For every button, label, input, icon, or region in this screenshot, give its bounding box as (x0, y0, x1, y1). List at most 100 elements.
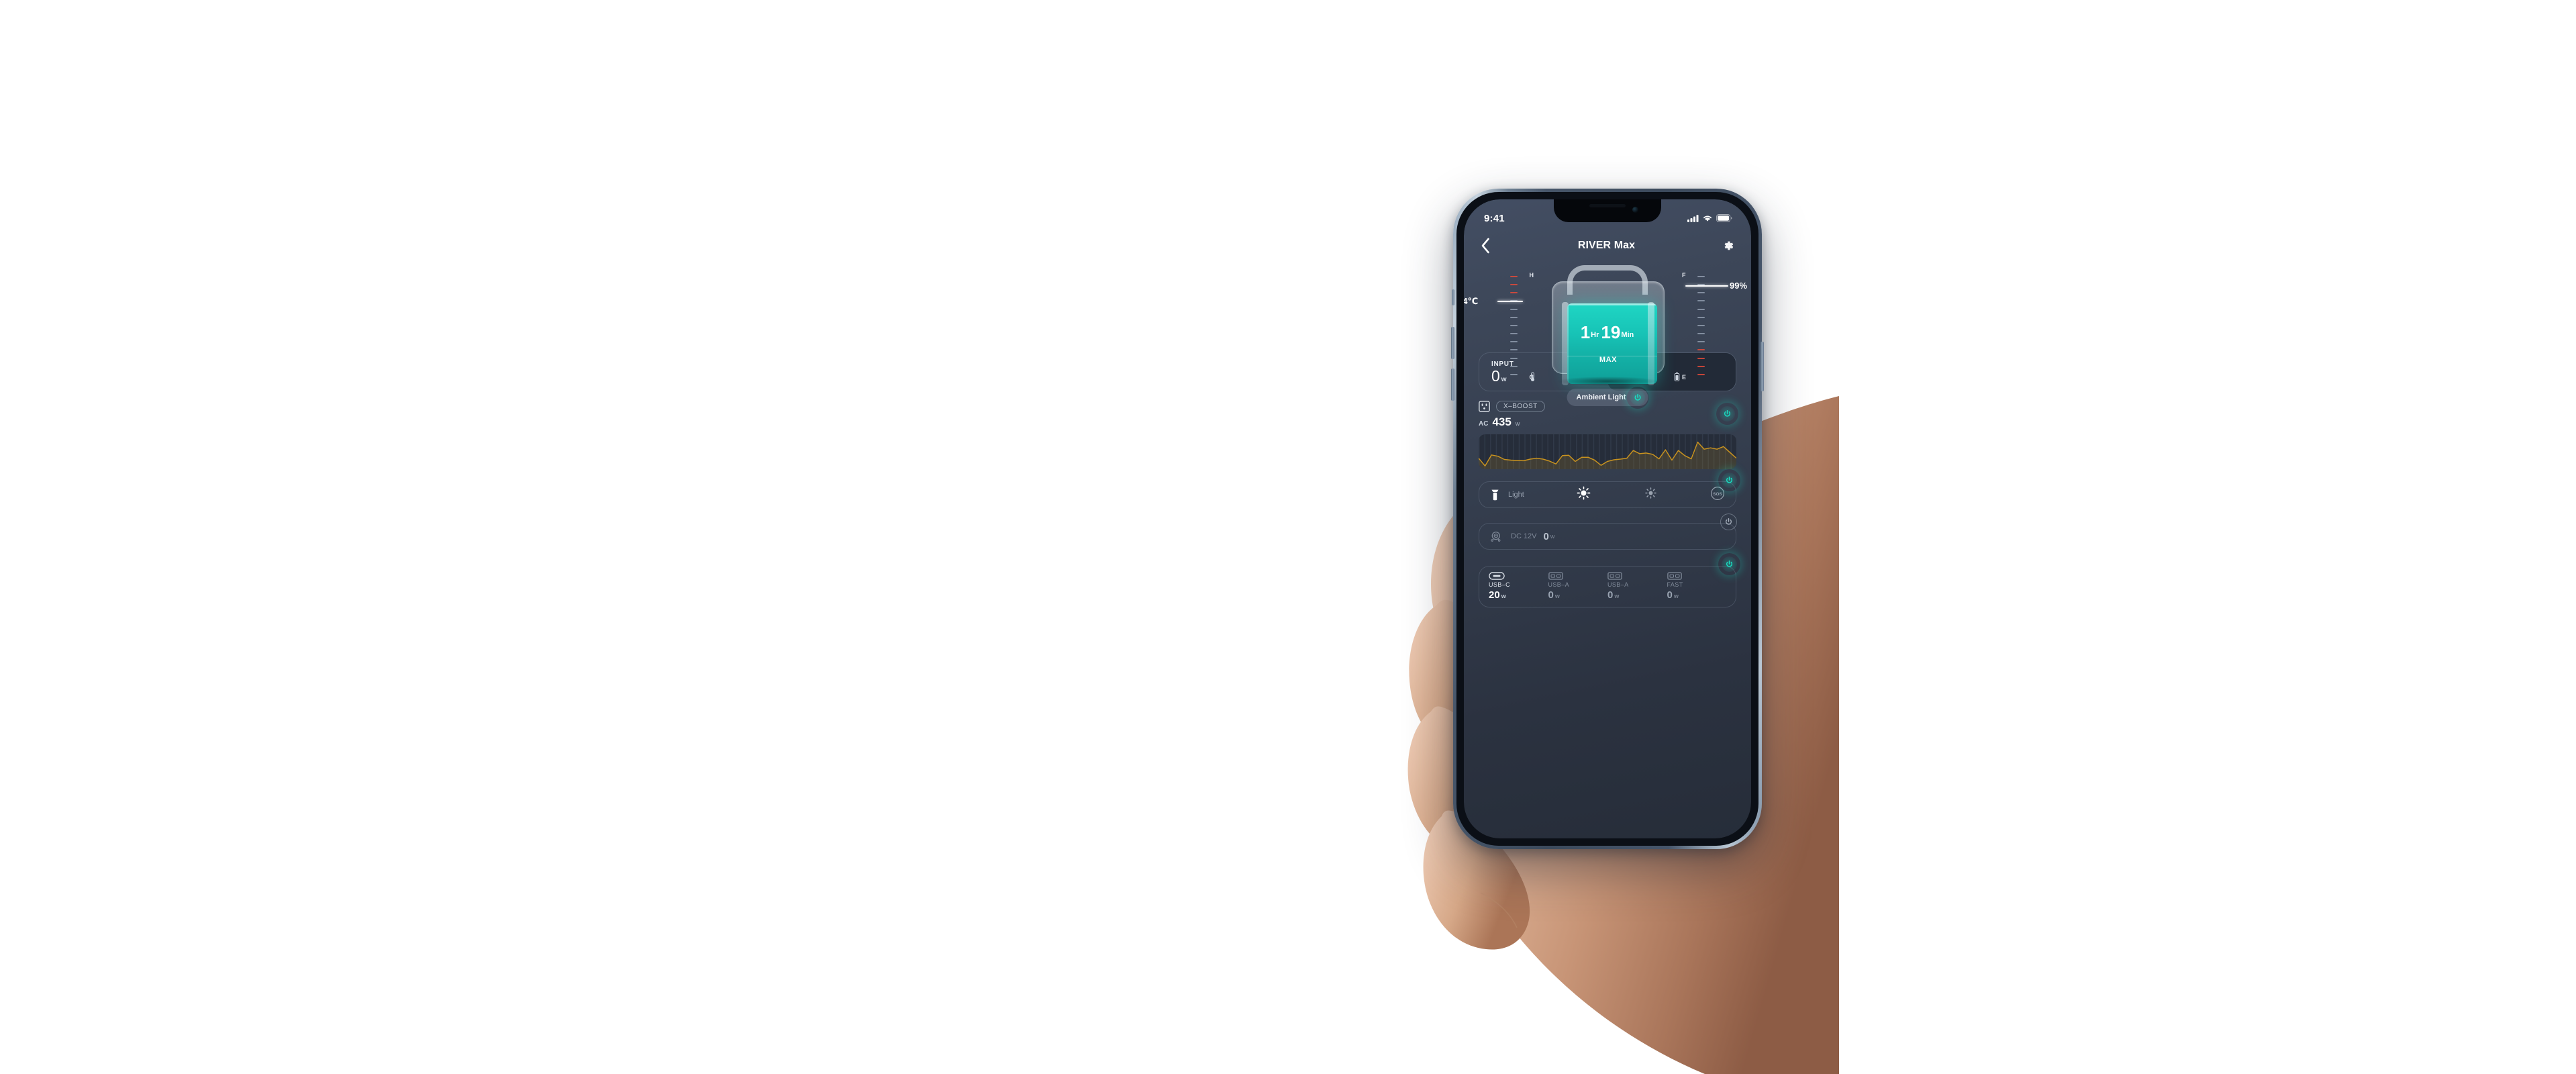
light-mode-high[interactable] (1577, 486, 1591, 503)
usb-port-3-value: 0 (1667, 589, 1673, 601)
runtime-hours: 1 (1580, 322, 1591, 342)
usb-port-0-unit: w (1501, 593, 1506, 599)
usb-c-icon (1489, 572, 1505, 580)
power-station-illustration: 1Hr 19Min MAX (1548, 265, 1667, 386)
runtime-minutes-unit: Min (1621, 331, 1634, 339)
usb-port-2-value: 0 (1607, 589, 1614, 601)
usb-port-1[interactable]: USB–A 0w (1548, 572, 1608, 601)
usb-a-icon (1607, 572, 1622, 580)
usb-card: USB–C 20 w USB–A 0w USB–A 0 w FAST 0 w (1479, 556, 1737, 607)
battery-small-icon (1674, 372, 1680, 381)
flashlight-icon (1491, 489, 1499, 500)
device-shadow (1557, 377, 1658, 386)
device-post-left (1562, 302, 1569, 385)
battery-fill-level (1567, 303, 1657, 384)
controls-section: INPUT 0w OUTPUT 458w X–BOOST (1464, 352, 1751, 838)
mute-switch[interactable] (1452, 289, 1454, 305)
ambient-light-power-button[interactable] (1630, 389, 1646, 405)
brightness-low-icon (1644, 487, 1656, 499)
earpiece-speaker (1589, 204, 1626, 207)
device-mode-label: MAX (1599, 356, 1618, 364)
usb-port-3[interactable]: FAST 0w (1667, 572, 1727, 601)
phone-device: 9:41 RIVER Max H C 4℃ F E 99% 1Hr 19Min … (1451, 189, 1764, 849)
thermometer-icon (1530, 372, 1535, 381)
battery-gauge: F E 99% (1674, 268, 1747, 383)
ac-value: 435 (1492, 416, 1512, 428)
app-screen: 9:41 RIVER Max H C 4℃ F E 99% 1Hr 19Min … (1464, 199, 1751, 838)
power-icon (1634, 393, 1641, 401)
xboost-badge[interactable]: X–BOOST (1496, 401, 1545, 412)
usb-port-0-value: 20 (1489, 589, 1500, 601)
temperature-value: 34℃ (1464, 296, 1479, 306)
runtime-readout: 1Hr 19Min (1552, 324, 1664, 342)
ac-section: X–BOOST AC 435 w (1479, 401, 1736, 469)
dc-unit: w (1550, 533, 1555, 540)
dc-card: DC 12V 0 w (1479, 514, 1737, 550)
temp-gauge-needle (1497, 301, 1523, 302)
battery-gauge-top-label: F (1682, 272, 1686, 279)
usb-port-2-power: 0w (1607, 589, 1667, 601)
hero-section: H C 34℃ F E (1464, 261, 1751, 406)
ac-power-row: AC 435 w (1479, 416, 1736, 429)
usb-port-1-unit: w (1554, 593, 1560, 599)
runtime-hours-unit: Hr (1591, 331, 1599, 339)
power-icon (1726, 477, 1732, 483)
runtime-minutes: 19 (1601, 322, 1621, 342)
phone-bezel: 9:41 RIVER Max H C 4℃ F E 99% 1Hr 19Min … (1456, 192, 1758, 846)
ambient-light-control[interactable]: Ambient Light (1567, 389, 1648, 406)
car-port-icon (1491, 531, 1501, 542)
usb-port-0-name: USB–C (1489, 581, 1511, 588)
power-icon (1726, 518, 1732, 525)
usb-port-2[interactable]: USB–A 0w (1607, 572, 1667, 601)
nav-bar: RIVER Max (1464, 230, 1751, 261)
page-title: RIVER Max (1577, 240, 1636, 251)
front-camera (1632, 207, 1638, 213)
ambient-light-label: Ambient Light (1576, 393, 1626, 401)
svg-text:SOS: SOS (1713, 491, 1722, 496)
usb-port-1-power: 0w (1548, 589, 1608, 601)
light-power-button[interactable] (1722, 473, 1737, 488)
power-icon (1726, 560, 1732, 567)
light-mode-low[interactable] (1644, 486, 1658, 503)
temp-gauge-ticks (1507, 276, 1518, 375)
ac-power-button[interactable] (1720, 406, 1735, 422)
dc-value: 0 (1543, 530, 1549, 542)
usb-port-2-unit: w (1614, 593, 1620, 599)
dc-label: DC 12V (1511, 532, 1537, 540)
light-card: Light SOS (1479, 473, 1737, 508)
dc-power-button[interactable] (1720, 514, 1737, 530)
usb-port-3-power: 0w (1667, 589, 1727, 601)
cellular-signal-icon (1687, 215, 1699, 222)
temp-gauge-top-label: H (1529, 272, 1534, 279)
battery-icon (1716, 214, 1732, 222)
status-clock: 9:41 (1484, 212, 1505, 224)
ac-power-chart (1479, 434, 1736, 469)
device-post-right (1648, 302, 1654, 385)
device-body: 1Hr 19Min MAX (1552, 281, 1665, 385)
usb-power-button[interactable] (1722, 556, 1737, 572)
usb-port-1-name: USB–A (1548, 581, 1570, 588)
volume-up-button[interactable] (1451, 327, 1454, 359)
ac-power-chart-svg (1479, 434, 1736, 469)
battery-gauge-needle (1685, 285, 1728, 287)
ac-outlet-icon (1479, 401, 1490, 412)
usb-a-icon (1667, 572, 1682, 580)
phone-screen: 9:41 RIVER Max H C 4℃ F E 99% 1Hr 19Min … (1464, 199, 1751, 838)
power-icon (1724, 410, 1730, 417)
phone-notch (1554, 199, 1661, 222)
chevron-left-icon[interactable] (1480, 237, 1491, 254)
usb-port-2-name: USB–A (1607, 581, 1629, 588)
usb-a-icon (1548, 572, 1563, 580)
ac-unit: w (1515, 420, 1520, 427)
ac-prefix: AC (1479, 420, 1489, 428)
volume-down-button[interactable] (1451, 369, 1454, 401)
device-power-button[interactable] (1761, 342, 1764, 391)
status-icons (1687, 214, 1732, 222)
usb-port-0[interactable]: USB–C 20 w (1489, 572, 1548, 601)
gear-icon[interactable] (1722, 239, 1735, 252)
battery-gauge-ticks (1697, 276, 1708, 375)
usb-port-0-power: 20 w (1489, 589, 1548, 601)
battery-gauge-bottom-label: E (1682, 374, 1687, 381)
battery-percent-value: 99% (1730, 281, 1748, 291)
light-label: Light (1508, 491, 1524, 499)
